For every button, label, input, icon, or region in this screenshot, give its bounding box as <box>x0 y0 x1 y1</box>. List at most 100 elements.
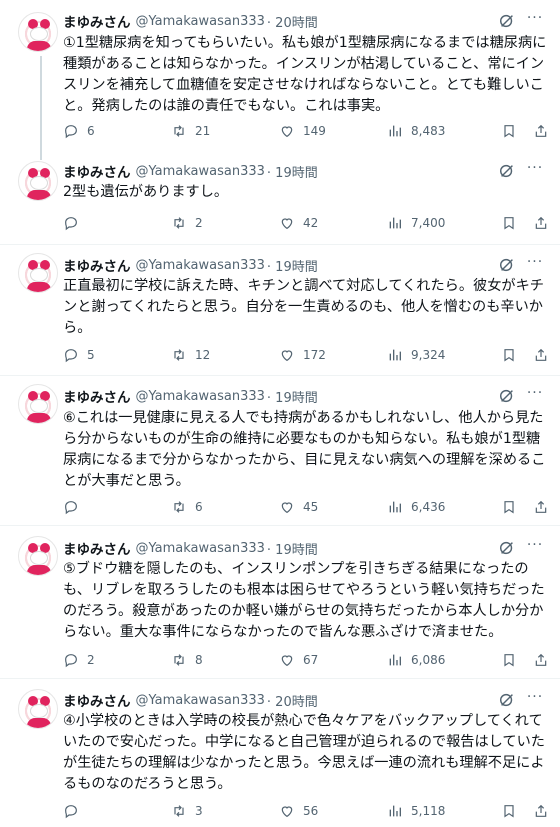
tweet-time[interactable]: · 19時間 <box>267 539 318 558</box>
reply-button[interactable] <box>63 213 87 233</box>
more-icon[interactable]: ··· <box>524 11 546 30</box>
tweet-time[interactable]: · 19時間 <box>267 162 318 181</box>
retweet-button[interactable]: 6 <box>171 497 203 517</box>
reply-button[interactable]: 2 <box>63 650 95 670</box>
avatar[interactable] <box>18 536 58 576</box>
tweet-1[interactable]: まゆみさん @Yamakawasan333 · 19時間 ··· 2型も遺伝があ… <box>0 156 560 244</box>
author-handle[interactable]: @Yamakawasan333 <box>136 541 265 556</box>
retweet-button[interactable]: 8 <box>171 650 203 670</box>
bookmark-icon <box>504 217 514 230</box>
grok-icon[interactable] <box>498 691 516 709</box>
tweet-2[interactable]: まゆみさん @Yamakawasan333 · 19時間 ··· 正直最初に学校… <box>0 245 560 375</box>
tweet-time[interactable]: · 19時間 <box>267 256 318 275</box>
avatar[interactable] <box>18 161 58 201</box>
like-button[interactable]: 45 <box>279 497 318 517</box>
retweet-icon <box>174 654 184 666</box>
tweet-0[interactable]: まゆみさん @Yamakawasan333 · 20時間 ··· ①1型糖尿病を… <box>0 0 560 156</box>
bookmark-button[interactable] <box>501 497 517 517</box>
share-icon <box>535 348 547 361</box>
like-button[interactable]: 67 <box>279 650 318 670</box>
more-icon[interactable]: ··· <box>524 538 546 557</box>
bookmark-button[interactable] <box>501 650 517 670</box>
share-button[interactable] <box>533 650 549 670</box>
share-button[interactable] <box>533 801 549 821</box>
heart-icon <box>281 126 293 138</box>
more-icon[interactable]: ··· <box>524 690 546 709</box>
tweet-actions: 6 21 149 8,483 <box>63 121 548 141</box>
more-icon[interactable]: ··· <box>524 255 546 274</box>
views-button[interactable]: 6,436 <box>387 497 445 517</box>
author-name[interactable]: まゆみさん <box>63 690 131 710</box>
tweet-header: まゆみさん @Yamakawasan333 · 20時間 <box>63 690 318 711</box>
tweet-time[interactable]: · 20時間 <box>267 691 318 710</box>
tweet-actions: 2 42 7,400 <box>63 213 548 233</box>
tweet-header: まゆみさん @Yamakawasan333 · 19時間 <box>63 161 318 182</box>
author-handle[interactable]: @Yamakawasan333 <box>136 14 265 29</box>
author-name[interactable]: まゆみさん <box>63 161 131 181</box>
grok-icon[interactable] <box>498 162 516 180</box>
views-button[interactable]: 9,324 <box>387 345 445 365</box>
more-icon[interactable]: ··· <box>524 386 546 405</box>
views-button[interactable]: 7,400 <box>387 213 445 233</box>
avatar[interactable] <box>18 253 58 293</box>
tweet-5[interactable]: まゆみさん @Yamakawasan333 · 20時間 ··· ④小学校のとき… <box>0 679 560 827</box>
avatar[interactable] <box>18 689 58 729</box>
author-name[interactable]: まゆみさん <box>63 538 131 558</box>
bookmark-button[interactable] <box>501 801 517 821</box>
like-count: 67 <box>303 653 319 667</box>
author-name[interactable]: まゆみさん <box>63 11 131 31</box>
author-handle[interactable]: @Yamakawasan333 <box>136 389 265 404</box>
reply-button[interactable]: 5 <box>63 345 95 365</box>
reply-button[interactable] <box>63 497 87 517</box>
tweet-time[interactable]: · 19時間 <box>267 387 318 406</box>
author-handle[interactable]: @Yamakawasan333 <box>136 258 265 273</box>
share-button[interactable] <box>533 497 549 517</box>
tweet-actions: 6 45 6,436 <box>63 497 548 517</box>
share-icon <box>535 216 547 229</box>
retweet-icon <box>174 217 184 229</box>
author-handle[interactable]: @Yamakawasan333 <box>136 693 265 708</box>
reply-icon <box>65 217 77 231</box>
retweet-button[interactable]: 21 <box>171 121 210 141</box>
like-count: 42 <box>303 216 319 230</box>
views-button[interactable]: 6,086 <box>387 650 445 670</box>
like-count: 56 <box>303 804 319 818</box>
retweet-button[interactable]: 3 <box>171 801 203 821</box>
bookmark-button[interactable] <box>501 345 517 365</box>
reply-button[interactable] <box>63 801 87 821</box>
retweet-icon <box>174 125 184 137</box>
avatar[interactable] <box>18 12 58 52</box>
more-icon[interactable]: ··· <box>524 161 546 180</box>
share-button[interactable] <box>533 213 549 233</box>
like-button[interactable]: 172 <box>279 345 326 365</box>
tweet-time[interactable]: · 20時間 <box>267 12 318 31</box>
grok-icon[interactable] <box>498 539 516 557</box>
share-button[interactable] <box>533 345 549 365</box>
like-button[interactable]: 149 <box>279 121 326 141</box>
heart-icon <box>281 655 293 667</box>
grok-icon[interactable] <box>498 256 516 274</box>
tweet-4[interactable]: まゆみさん @Yamakawasan333 · 19時間 ··· ⑤ブドウ糖を隠… <box>0 526 560 678</box>
share-button[interactable] <box>533 121 549 141</box>
like-button[interactable]: 42 <box>279 213 318 233</box>
like-button[interactable]: 56 <box>279 801 318 821</box>
retweet-icon <box>174 501 184 513</box>
author-name[interactable]: まゆみさん <box>63 386 131 406</box>
bookmark-button[interactable] <box>501 121 517 141</box>
bookmark-icon <box>504 125 514 138</box>
grok-icon[interactable] <box>498 387 516 405</box>
tweet-3[interactable]: まゆみさん @Yamakawasan333 · 19時間 ··· ⑥これは一見健… <box>0 376 560 525</box>
retweet-button[interactable]: 12 <box>171 345 210 365</box>
views-icon <box>389 217 401 229</box>
grok-icon[interactable] <box>498 12 516 30</box>
bookmark-button[interactable] <box>501 213 517 233</box>
views-button[interactable]: 8,483 <box>387 121 445 141</box>
retweet-button[interactable]: 2 <box>171 213 203 233</box>
author-handle[interactable]: @Yamakawasan333 <box>136 164 265 179</box>
author-name[interactable]: まゆみさん <box>63 255 131 275</box>
views-button[interactable]: 5,118 <box>387 801 445 821</box>
avatar[interactable] <box>18 384 58 424</box>
tweet-header: まゆみさん @Yamakawasan333 · 19時間 <box>63 538 318 559</box>
bookmark-icon <box>504 349 514 362</box>
reply-button[interactable]: 6 <box>63 121 95 141</box>
